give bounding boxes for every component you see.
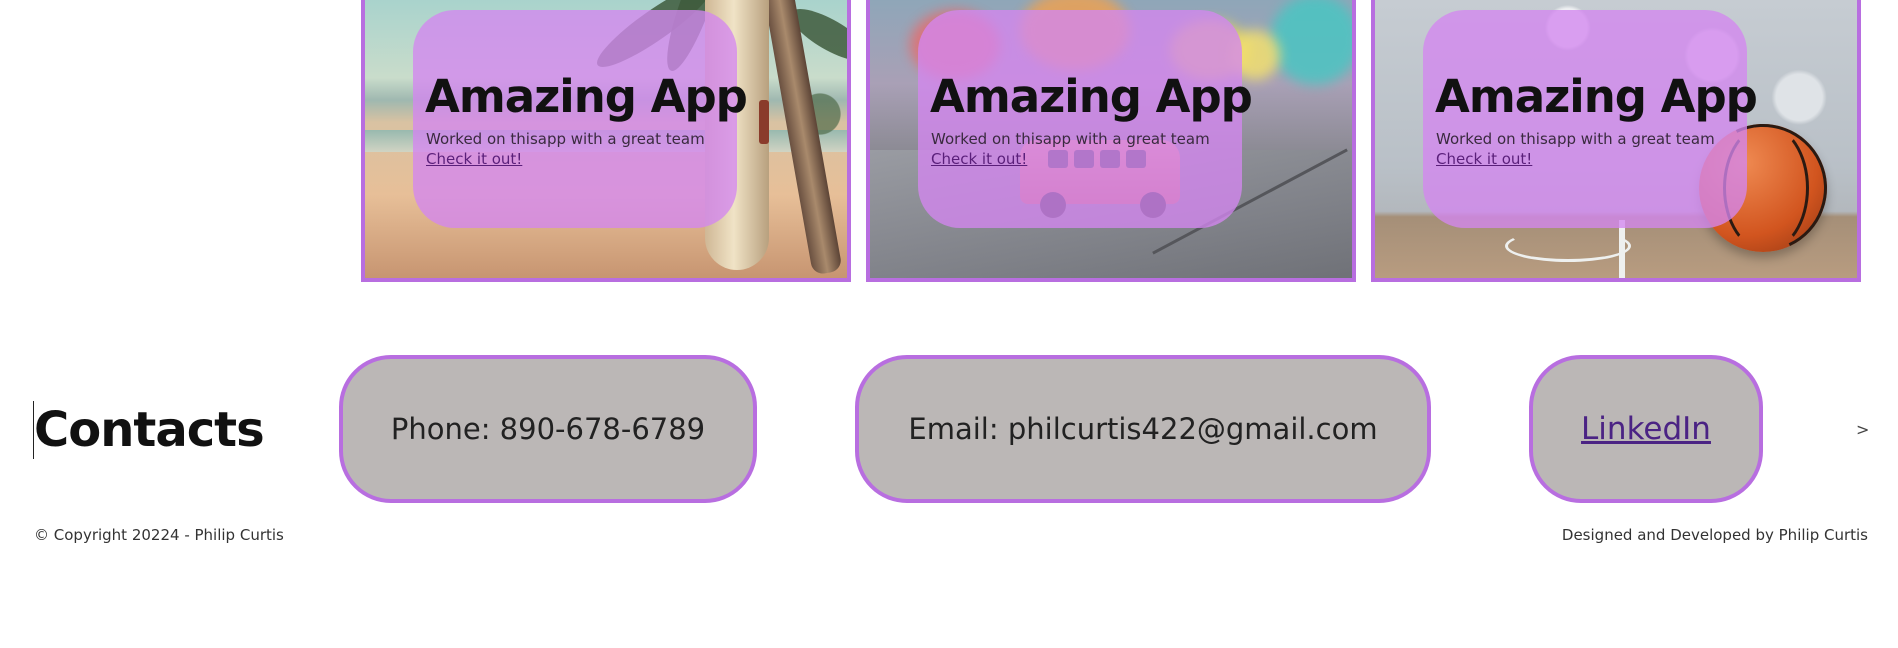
bokeh-light (1270, 0, 1352, 85)
court-line-shape (1619, 220, 1625, 278)
project-link[interactable]: Check it out! (426, 150, 522, 168)
project-description: Worked on thisapp with a great team (1436, 130, 1715, 148)
linkedin-link[interactable]: LinkedIn (1581, 411, 1711, 447)
project-card[interactable]: Amazing App Worked on thisapp with a gre… (1371, 0, 1861, 282)
project-description: Worked on thisapp with a great team (931, 130, 1210, 148)
portfolio-page: Amazing App Worked on thisapp with a gre… (0, 0, 1898, 648)
contacts-heading: Contacts (34, 402, 265, 458)
chevron-right-icon[interactable]: > (1856, 420, 1869, 439)
project-title: Amazing App (930, 70, 1253, 123)
project-link[interactable]: Check it out! (1436, 150, 1532, 168)
phone-text: Phone: 890-678-6789 (390, 412, 706, 446)
linkedin-contact-pill[interactable]: LinkedIn (1529, 355, 1763, 503)
court-arc-shape (1505, 230, 1631, 262)
credit-text: Designed and Developed by Philip Curtis (1561, 526, 1868, 544)
phone-contact-pill[interactable]: Phone: 890-678-6789 (339, 355, 757, 503)
project-title: Amazing App (1435, 70, 1758, 123)
copyright-text: © Copyright 20224 - Philip Curtis (34, 526, 284, 544)
email-contact-pill[interactable]: Email: philcurtis422@gmail.com (855, 355, 1431, 503)
project-card[interactable]: Amazing App Worked on thisapp with a gre… (361, 0, 851, 282)
project-link[interactable]: Check it out! (931, 150, 1027, 168)
email-text: Email: philcurtis422@gmail.com (908, 412, 1378, 446)
project-card[interactable]: Amazing App Worked on thisapp with a gre… (866, 0, 1356, 282)
surfboard-stripe-shape (759, 100, 769, 144)
project-description: Worked on thisapp with a great team (426, 130, 705, 148)
project-title: Amazing App (425, 70, 748, 123)
